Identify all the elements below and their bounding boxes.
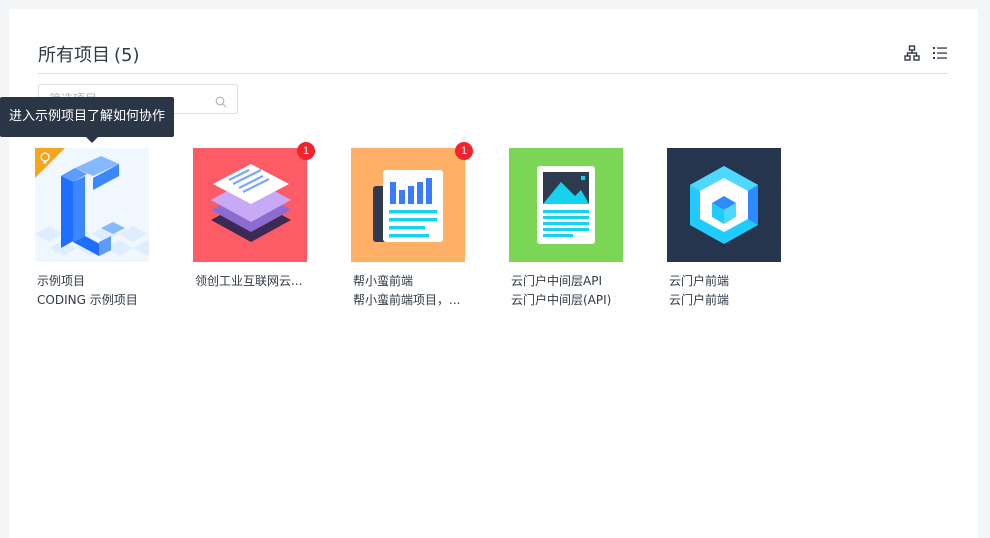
project-name: 云门户前端 bbox=[669, 274, 730, 288]
project-card[interactable]: 云门户前端 云门户前端 bbox=[667, 148, 781, 310]
project-card[interactable]: 云门户中间层API 云门户中间层(API) bbox=[509, 148, 623, 310]
project-card[interactable]: 1 领创工业互联网云... bbox=[193, 142, 315, 310]
project-description: 云门户前端 bbox=[669, 293, 730, 307]
project-description: 云门户中间层(API) bbox=[511, 293, 612, 307]
demo-project-tooltip: 进入示例项目了解如何协作 bbox=[0, 97, 175, 143]
notification-badge: 1 bbox=[455, 142, 473, 160]
page-title: 所有项目 (5) bbox=[38, 41, 140, 67]
page-title-text: 所有项目 bbox=[38, 45, 110, 66]
project-name: 示例项目 bbox=[37, 274, 86, 288]
project-thumbnail: 1 bbox=[193, 142, 315, 262]
project-thumbnail bbox=[509, 148, 623, 262]
project-description: 帮小蛮前端项目，... bbox=[353, 293, 461, 307]
report-chart-icon bbox=[351, 148, 465, 262]
project-name: 领创工业互联网云... bbox=[195, 274, 303, 288]
org-tree-icon[interactable] bbox=[904, 45, 920, 61]
project-card[interactable]: 1 帮小蛮前端 帮小蛮前端项目，... bbox=[351, 142, 473, 310]
list-view-icon[interactable] bbox=[932, 45, 948, 61]
project-description: CODING 示例项目 bbox=[37, 293, 138, 307]
document-image-icon bbox=[509, 148, 623, 262]
cube-icon bbox=[667, 148, 781, 262]
notification-badge: 1 bbox=[297, 142, 315, 160]
search-icon[interactable] bbox=[215, 93, 227, 108]
project-card[interactable]: 示例项目 CODING 示例项目 bbox=[35, 148, 149, 310]
project-name: 云门户中间层API bbox=[511, 274, 602, 288]
lightbulb-icon bbox=[35, 148, 65, 178]
layered-docs-icon bbox=[193, 148, 307, 262]
project-grid: 示例项目 CODING 示例项目 1 领创工业互联网云... 1 帮小蛮前端 帮… bbox=[35, 142, 825, 310]
project-thumbnail bbox=[35, 148, 149, 262]
project-thumbnail: 1 bbox=[351, 142, 473, 262]
page-header: 所有项目 (5) bbox=[38, 39, 948, 74]
project-count: (5) bbox=[114, 45, 140, 66]
project-thumbnail bbox=[667, 148, 781, 262]
project-name: 帮小蛮前端 bbox=[353, 274, 414, 288]
view-switcher bbox=[904, 45, 948, 61]
